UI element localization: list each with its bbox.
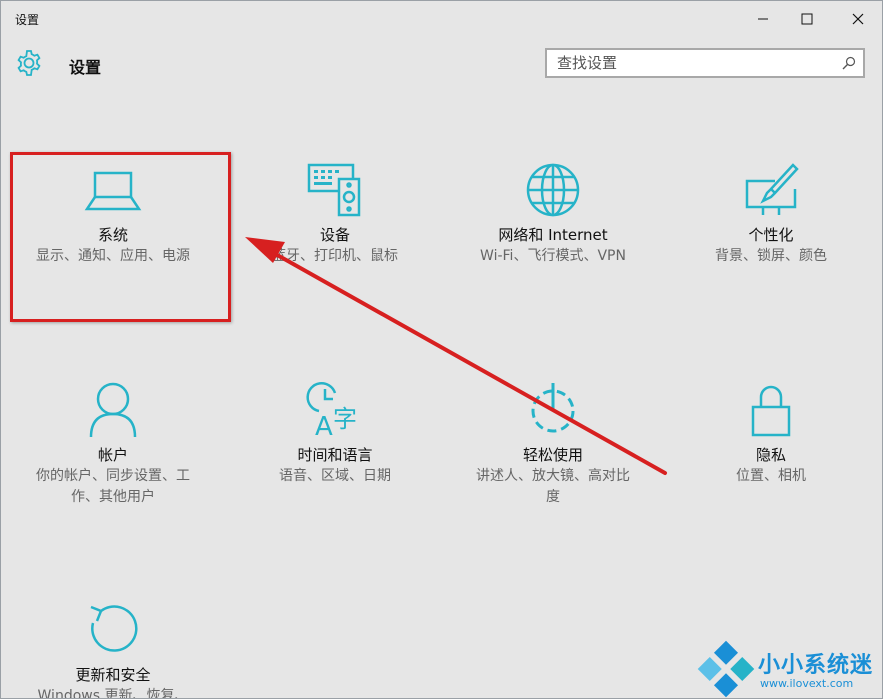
annotation-arrow [245,237,667,475]
watermark-logo-icon [697,640,755,698]
watermark: 小小系统迷 www.ilovext.com [696,637,882,698]
watermark-url: www.ilovext.com [760,677,854,690]
watermark-title: 小小系统迷 [758,653,874,678]
settings-window: 设置 设置 查找设置 系统 显示、通知、应用、电源 设备 蓝牙、打印机、鼠标 网… [0,0,883,699]
